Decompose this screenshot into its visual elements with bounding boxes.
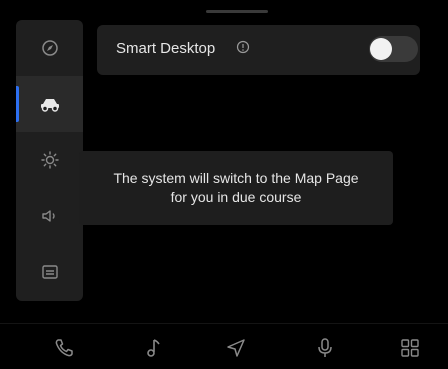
message-icon xyxy=(40,262,60,282)
toast-line-1: The system will switch to the Map Page xyxy=(113,170,359,186)
toast-line-2: for you in due course xyxy=(170,189,302,205)
brightness-icon xyxy=(40,150,60,170)
sidebar-item-messages[interactable] xyxy=(16,244,83,300)
smart-desktop-toggle[interactable] xyxy=(369,36,418,62)
voice-button[interactable] xyxy=(313,337,337,364)
info-icon[interactable] xyxy=(236,40,250,59)
compass-icon xyxy=(40,38,60,58)
apps-grid-icon xyxy=(399,337,421,364)
volume-icon xyxy=(40,206,60,226)
sidebar-item-sound[interactable] xyxy=(16,188,83,244)
sidebar xyxy=(16,20,83,301)
sidebar-item-compass[interactable] xyxy=(16,20,83,76)
toast-message: The system will switch to the Map Page f… xyxy=(79,151,393,225)
music-icon xyxy=(143,337,163,364)
navigation-icon xyxy=(225,337,247,364)
phone-icon xyxy=(53,337,75,364)
music-button[interactable] xyxy=(141,338,165,362)
smart-desktop-label: Smart Desktop xyxy=(116,40,216,57)
phone-button[interactable] xyxy=(52,338,76,362)
microphone-icon xyxy=(315,337,335,364)
toggle-knob xyxy=(370,38,392,60)
car-icon xyxy=(38,95,62,113)
apps-button[interactable] xyxy=(398,338,422,362)
drag-handle[interactable] xyxy=(206,10,268,13)
sidebar-item-display[interactable] xyxy=(16,132,83,188)
sidebar-item-vehicle[interactable] xyxy=(16,76,83,132)
navigation-button[interactable] xyxy=(224,338,248,362)
